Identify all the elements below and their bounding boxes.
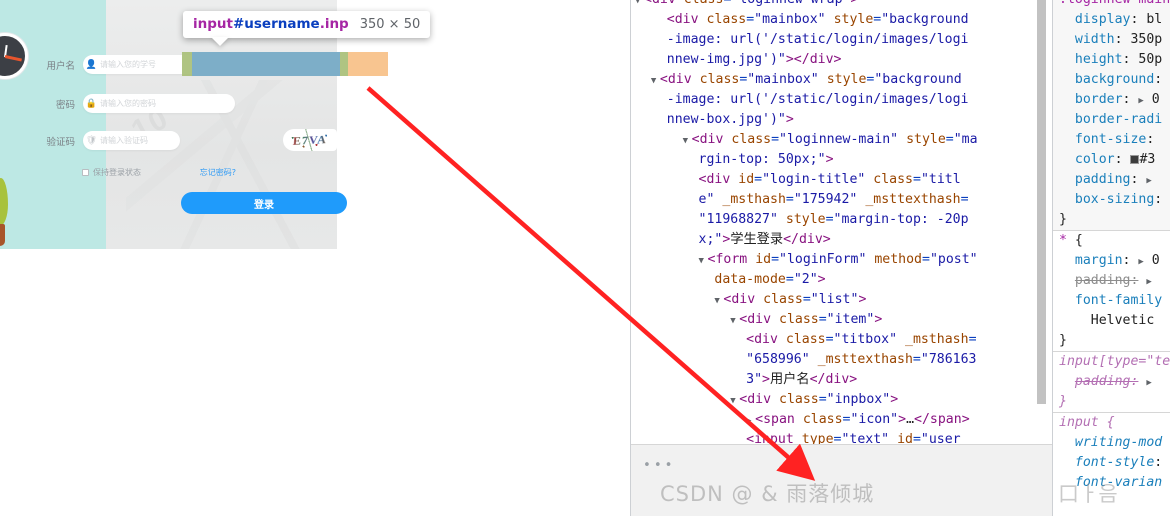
css-rule-lines: .loginnew-main display: bl width: 350p h… xyxy=(1053,0,1171,493)
css-line[interactable]: input[type="te xyxy=(1053,352,1171,372)
dom-line[interactable]: <div class="titbox" _msthash= xyxy=(631,330,1052,350)
dom-line[interactable]: <div class="mainbox" style="background xyxy=(631,10,1052,30)
tooltip-dimensions: 350 × 50 xyxy=(359,17,421,32)
plant-icon xyxy=(0,178,14,248)
label-captcha: 验证码 xyxy=(46,136,75,148)
dom-tree-lines: ▼<div class="loginnew-wrap"> <div class=… xyxy=(631,0,1052,510)
css-line[interactable]: font-varian xyxy=(1053,473,1171,493)
dom-tree-scrollbar[interactable] xyxy=(1037,0,1046,404)
dom-line[interactable]: <div id="login-title" class="titl xyxy=(631,170,1052,190)
dom-line[interactable]: ▼<div class="loginnew-wrap"> xyxy=(631,0,1052,10)
devtools-styles-pane[interactable]: .loginnew-main display: bl width: 350p h… xyxy=(1053,0,1172,516)
css-line[interactable]: padding: ▶ xyxy=(1053,372,1171,392)
dom-line[interactable]: nnew-img.jpg')"></div> xyxy=(631,50,1052,70)
dom-line[interactable]: ▼ <div class="loginnew-main" style="ma xyxy=(631,130,1052,150)
dom-line[interactable]: x;">学生登录</div> xyxy=(631,230,1052,250)
css-line[interactable]: box-sizing: xyxy=(1053,190,1171,210)
dom-line[interactable]: ▼ <div class="mainbox" style="background xyxy=(631,70,1052,90)
css-line[interactable]: .loginnew-main xyxy=(1053,0,1171,10)
login-options-row: 保持登录状态 忘记密码? xyxy=(82,167,236,178)
css-line[interactable]: padding: ▶ xyxy=(1053,271,1171,291)
css-line[interactable]: height: 50p xyxy=(1053,50,1171,70)
css-line[interactable]: writing-mod xyxy=(1053,433,1171,453)
keep-logged-in-checkbox[interactable] xyxy=(82,169,89,176)
hero-illustration-panel xyxy=(0,0,106,249)
devtools-panel: ▼<div class="loginnew-wrap"> <div class=… xyxy=(630,0,1172,516)
form-row-captcha: 验证码 🛡 请输入验证码 xyxy=(35,131,180,150)
dom-line[interactable]: -image: url('/static/login/images/logi xyxy=(631,30,1052,50)
input-box-password[interactable]: 🔒 请输入您的密码 xyxy=(83,94,235,113)
css-line[interactable]: } xyxy=(1053,210,1171,230)
css-line[interactable]: * { xyxy=(1053,231,1171,251)
css-line[interactable]: font-style: xyxy=(1053,453,1171,473)
css-line[interactable]: padding: ▶ xyxy=(1053,170,1171,190)
captcha-text: E7VA xyxy=(292,131,328,148)
highlight-content-box xyxy=(192,52,340,76)
dom-line[interactable]: ▼ <div class="item"> xyxy=(631,310,1052,330)
css-line[interactable]: display: bl xyxy=(1053,10,1171,30)
css-line[interactable]: color: #3 xyxy=(1053,150,1171,170)
captcha-image[interactable]: E7VA xyxy=(283,129,337,151)
dom-line[interactable]: ▼ <div class="list"> xyxy=(631,290,1052,310)
screenshot-root: 10 用户名 👤 请输入您的学号 密码 🔒 请输入您的密码 验证码 🛡 请输入验… xyxy=(0,0,1172,516)
keep-logged-in-label: 保持登录状态 xyxy=(93,168,141,177)
form-row-password: 密码 🔒 请输入您的密码 xyxy=(35,94,235,113)
css-line[interactable]: border: ▶ 0 xyxy=(1053,90,1171,110)
label-password: 密码 xyxy=(55,99,75,111)
css-line[interactable]: Helvetic xyxy=(1053,311,1171,331)
login-page-viewport: 10 用户名 👤 请输入您的学号 密码 🔒 请输入您的密码 验证码 🛡 请输入验… xyxy=(0,0,630,516)
dom-line[interactable]: ▼ <form id="loginForm" method="post" xyxy=(631,250,1052,270)
css-line[interactable]: background: xyxy=(1053,70,1171,90)
css-line[interactable]: font-size: xyxy=(1053,130,1171,150)
tooltip-class: .inp xyxy=(319,16,349,32)
dom-line[interactable]: nnew-box.jpg')"> xyxy=(631,110,1052,130)
login-button[interactable]: 登录 xyxy=(181,192,347,214)
css-line[interactable]: } xyxy=(1053,331,1171,351)
dom-line[interactable]: "658996" _msttexthash="786163 xyxy=(631,350,1052,370)
lock-icon: 🔒 xyxy=(85,98,98,108)
placeholder-password: 请输入您的密码 xyxy=(100,99,156,108)
clock-icon xyxy=(0,33,28,79)
forgot-password-link[interactable]: 忘记密码? xyxy=(200,167,236,178)
label-username: 用户名 xyxy=(46,60,75,72)
devtools-dom-tree[interactable]: ▼<div class="loginnew-wrap"> <div class=… xyxy=(631,0,1053,516)
tooltip-tag: input xyxy=(193,16,233,32)
dom-line[interactable]: ▼ <div class="inpbox"> xyxy=(631,390,1052,410)
tooltip-id: #username xyxy=(232,16,320,32)
css-line[interactable]: width: 350p xyxy=(1053,30,1171,50)
css-line[interactable]: border-radi xyxy=(1053,110,1171,130)
shield-icon: 🛡 xyxy=(85,135,98,145)
dom-line[interactable]: data-mode="2"> xyxy=(631,270,1052,290)
element-highlight-tooltip: input#username.inp 350 × 50 xyxy=(183,11,431,38)
dom-line[interactable]: ▶ <span class="icon">…</span> xyxy=(631,410,1052,430)
plant-leaf-front xyxy=(0,178,8,226)
dom-line[interactable]: e" _msthash="175942" _msttexthash= xyxy=(631,190,1052,210)
input-box-captcha[interactable]: 🛡 请输入验证码 xyxy=(83,131,180,150)
user-icon: 👤 xyxy=(85,59,98,69)
css-line[interactable]: } xyxy=(1053,392,1171,412)
plant-pot xyxy=(0,224,5,246)
css-line[interactable]: input { xyxy=(1053,413,1171,433)
breadcrumb-overflow-icon[interactable]: ••• xyxy=(643,458,675,473)
tooltip-selector: input#username.inp xyxy=(193,16,349,32)
dom-line[interactable]: rgin-top: 50px;"> xyxy=(631,150,1052,170)
dom-breadcrumb-bar: ••• xyxy=(631,444,1052,516)
placeholder-captcha: 请输入验证码 xyxy=(100,136,148,145)
css-line[interactable]: margin: ▶ 0 xyxy=(1053,251,1171,271)
dom-line[interactable]: -image: url('/static/login/images/logi xyxy=(631,90,1052,110)
css-line[interactable]: font-family xyxy=(1053,291,1171,311)
placeholder-username: 请输入您的学号 xyxy=(100,60,156,69)
dom-line[interactable]: "11968827" style="margin-top: -20p xyxy=(631,210,1052,230)
dom-line[interactable]: 3">用户名</div> xyxy=(631,370,1052,390)
keep-logged-in-control[interactable]: 保持登录状态 xyxy=(82,167,141,178)
